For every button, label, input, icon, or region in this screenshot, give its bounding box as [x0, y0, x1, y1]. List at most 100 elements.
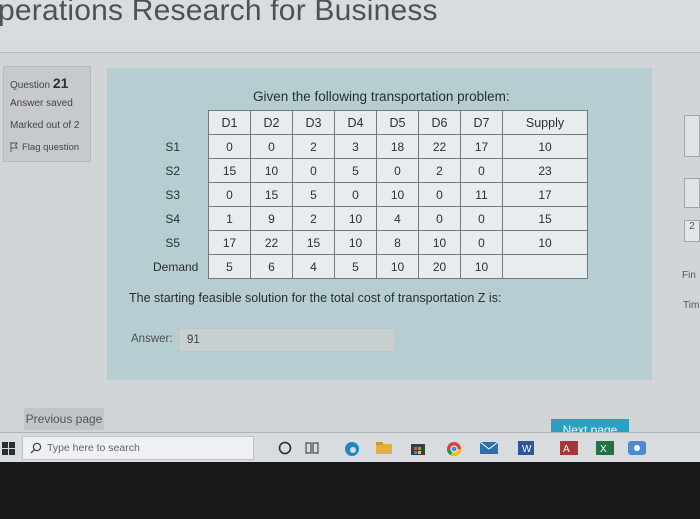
answer-label: Answer: [131, 333, 173, 345]
column-header: D3 [292, 110, 335, 135]
supply-cell: 15 [502, 206, 588, 231]
cost-cell: 10 [250, 158, 293, 183]
cost-cell: 10 [334, 206, 377, 231]
chrome-icon[interactable] [446, 441, 462, 457]
demand-cell: 6 [250, 254, 293, 279]
cost-cell: 5 [292, 182, 335, 207]
cost-cell: 0 [250, 134, 293, 159]
supply-cell: 17 [502, 182, 588, 207]
demand-label: Demand [153, 259, 199, 274]
table-header-row: D1 D2 D3 D4 D5 D6 D7 Supply [125, 110, 588, 135]
marks-label: Marked out of 2 [10, 120, 80, 131]
mail-icon[interactable] [480, 441, 498, 455]
cost-cell: 0 [460, 206, 503, 231]
cost-cell: 2 [292, 206, 335, 231]
quiz-nav-button[interactable] [684, 115, 700, 157]
cost-cell: 0 [460, 158, 503, 183]
svg-text:X: X [600, 444, 607, 455]
question-number: Question 21 [10, 75, 69, 91]
cost-cell: 8 [376, 230, 419, 255]
cost-cell: 0 [208, 182, 251, 207]
cost-cell: 11 [460, 182, 503, 207]
demand-row: Demand 5 6 4 5 10 20 10 [125, 254, 588, 279]
cost-cell: 0 [376, 158, 419, 183]
cost-cell: 0 [334, 182, 377, 207]
windows-taskbar: Type here to search W A X [0, 432, 700, 463]
cost-cell: 0 [460, 230, 503, 255]
cost-cell: 3 [334, 134, 377, 159]
quiz-nav-button[interactable] [684, 178, 700, 208]
next-page-button[interactable]: Next page [551, 419, 629, 432]
supply-cell: 10 [502, 134, 588, 159]
cost-cell: 18 [376, 134, 419, 159]
answer-status: Answer saved [10, 98, 73, 109]
monitor-bezel [0, 462, 700, 519]
column-header: D2 [250, 110, 293, 135]
time-left-label: Tim [683, 300, 700, 311]
cost-cell: 10 [418, 230, 461, 255]
word-icon[interactable]: W [518, 441, 534, 455]
demand-cell: 10 [460, 254, 503, 279]
demand-cell: 20 [418, 254, 461, 279]
row-label: S3 [165, 187, 180, 202]
table-row: S1 0 0 2 3 18 22 17 10 [125, 134, 588, 159]
header-corner [125, 111, 209, 135]
demand-cell: 10 [376, 254, 419, 279]
cost-cell: 0 [292, 158, 335, 183]
cost-cell: 0 [418, 206, 461, 231]
file-explorer-icon[interactable] [376, 441, 392, 455]
supply-header: Supply [502, 110, 588, 135]
cost-cell: 22 [418, 134, 461, 159]
search-icon [30, 442, 42, 454]
table-row: S3 0 15 5 0 10 0 11 17 [125, 182, 588, 207]
table-row: S2 15 10 0 5 0 2 0 23 [125, 158, 588, 183]
edge-browser-icon[interactable] [344, 441, 360, 457]
cost-cell: 5 [334, 158, 377, 183]
column-header: D7 [460, 110, 503, 135]
column-header: D1 [208, 110, 251, 135]
row-label: S1 [165, 139, 180, 154]
previous-page-button[interactable]: Previous page [24, 408, 104, 430]
demand-cell: 5 [208, 254, 251, 279]
question-title: Given the following transportation probl… [253, 89, 510, 104]
transportation-table: D1 D2 D3 D4 D5 D6 D7 Supply S1 0 0 2 3 1… [125, 110, 588, 279]
page-title: perations Research for Business [0, 0, 438, 27]
browser-screen: perations Research for Business Question… [0, 0, 700, 432]
excel-icon[interactable]: X [596, 441, 614, 455]
cost-cell: 22 [250, 230, 293, 255]
store-icon[interactable] [410, 441, 426, 456]
cost-cell: 0 [418, 182, 461, 207]
cost-cell: 2 [292, 134, 335, 159]
column-header: D5 [376, 110, 419, 135]
flag-question-link[interactable]: Flag question [10, 142, 79, 153]
quiz-nav-button[interactable]: 2 [684, 220, 700, 242]
windows-start-icon[interactable] [2, 442, 16, 456]
table-row: S4 1 9 2 10 4 0 0 15 [125, 206, 588, 231]
task-view-icon[interactable] [305, 441, 319, 455]
cost-cell: 1 [208, 206, 251, 231]
table-row: S5 17 22 15 10 8 10 0 10 [125, 230, 588, 255]
column-header: D4 [334, 110, 377, 135]
cost-cell: 17 [208, 230, 251, 255]
cost-cell: 2 [418, 158, 461, 183]
supply-cell: 23 [502, 158, 588, 183]
question-info-panel: Question 21 Answer saved Marked out of 2… [3, 66, 91, 162]
cost-cell: 15 [208, 158, 251, 183]
svg-text:A: A [563, 444, 570, 455]
cortana-icon[interactable] [278, 441, 292, 455]
demand-cell: 4 [292, 254, 335, 279]
teams-icon[interactable] [628, 441, 646, 455]
cost-cell: 10 [376, 182, 419, 207]
supply-cell: 10 [502, 230, 588, 255]
access-icon[interactable]: A [560, 441, 578, 455]
taskbar-search-input[interactable]: Type here to search [22, 436, 254, 460]
row-label: S5 [165, 235, 180, 250]
flag-icon [10, 142, 18, 152]
cost-cell: 4 [376, 206, 419, 231]
row-label: S2 [165, 163, 180, 178]
finish-attempt-link[interactable]: Fin [682, 270, 696, 281]
cost-cell: 15 [292, 230, 335, 255]
demand-supply-blank [502, 254, 588, 279]
demand-cell: 5 [334, 254, 377, 279]
answer-input[interactable]: 91 [178, 328, 396, 352]
